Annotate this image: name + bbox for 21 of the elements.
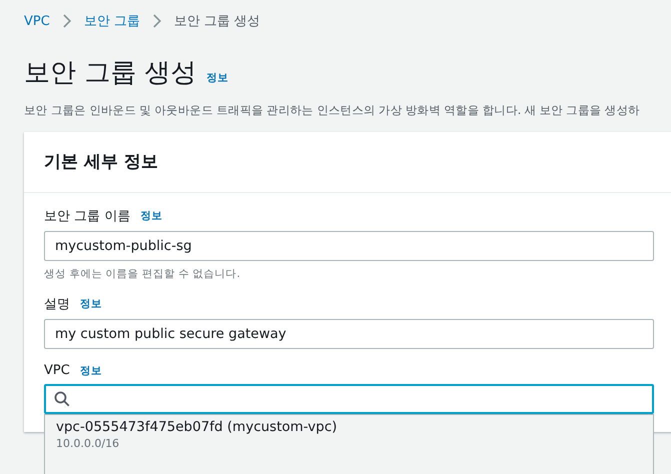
input-field[interactable]: my custom public secure gateway — [44, 319, 654, 349]
field-label: 설명 — [44, 296, 70, 313]
info-link[interactable]: 정보 — [80, 297, 102, 311]
field-label: VPC — [44, 363, 70, 378]
info-link[interactable]: 정보 — [140, 209, 162, 223]
input-field[interactable]: mycustom-public-sg — [44, 231, 654, 261]
field-label: 보안 그룹 이름 — [44, 208, 130, 225]
page-title: 보안 그룹 생성 — [24, 57, 197, 89]
breadcrumb-current: 보안 그룹 생성 — [174, 13, 260, 30]
dropdown-option[interactable]: vpc-0555473f475eb07fd (mycustom-vpc) 10.0.0.0/16 — [45, 415, 653, 474]
card-title: 기본 세부 정보 — [24, 132, 671, 193]
search-icon — [54, 391, 70, 407]
chevron-right-icon — [62, 14, 72, 28]
breadcrumb-link[interactable]: 보안 그룹 — [84, 12, 140, 30]
breadcrumb-link[interactable]: VPC — [24, 14, 50, 28]
info-link[interactable]: 정보 — [206, 71, 229, 85]
info-link[interactable]: 정보 — [80, 364, 102, 378]
field-hint: 생성 후에는 이름을 편집할 수 없습니다. — [44, 267, 242, 281]
chevron-right-icon — [152, 14, 162, 28]
page-description: 보안 그룹은 인바운드 및 아웃바운드 트래픽을 관리하는 인스턴스의 가상 방화벽 역할을 합니다. 새 보안 그룹을 생성하 — [24, 103, 641, 118]
search-field[interactable] — [44, 384, 654, 414]
